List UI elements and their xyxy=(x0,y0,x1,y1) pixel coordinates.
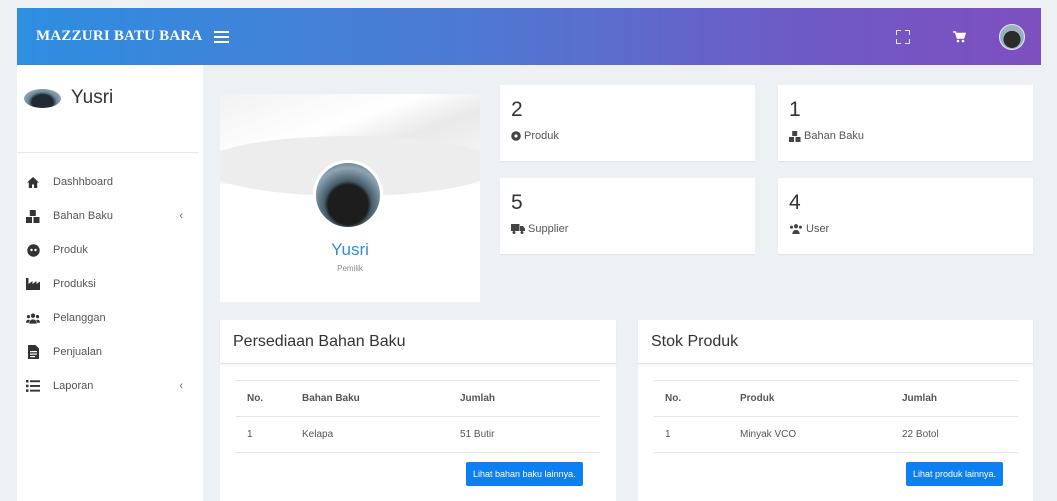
sidebar: Yusri Dashhboard Bahan Baku ‹ Produk Pro… xyxy=(17,65,203,501)
view-more-bahan-baku-button[interactable]: Lihat bahan baku lainnya. xyxy=(466,462,583,486)
stat-label-text: Produk xyxy=(524,130,559,142)
stat-label-text: Bahan Baku xyxy=(804,130,864,142)
list-icon xyxy=(26,379,40,393)
sidebar-item-label: Pelanggan xyxy=(53,312,106,324)
sidebar-menu: Dashhboard Bahan Baku ‹ Produk Produksi xyxy=(17,153,203,403)
stat-card-bahan-baku: 1 Bahan Baku xyxy=(778,85,1033,161)
stat-card-user: 4 User xyxy=(778,178,1033,254)
stat-card-supplier: 5 Supplier xyxy=(500,178,755,254)
bahan-baku-panel: Persediaan Bahan Baku No. Bahan Baku Jum… xyxy=(220,320,616,501)
sidebar-item-produk[interactable]: Produk xyxy=(17,233,203,267)
stat-value: 4 xyxy=(789,191,801,214)
boxes-icon xyxy=(789,130,801,142)
sidebar-item-label: Produk xyxy=(53,244,88,256)
sidebar-user-name: Yusri xyxy=(71,87,114,108)
product-icon xyxy=(511,131,521,141)
table-row: 1 Minyak VCO 22 Botol xyxy=(654,416,1018,453)
sidebar-item-pelanggan[interactable]: Pelanggan xyxy=(17,301,203,335)
avatar xyxy=(24,89,61,108)
user-avatar[interactable] xyxy=(999,23,1025,50)
profile-card: Yusri Pemilik xyxy=(220,94,480,302)
chevron-left-icon[interactable]: ‹ xyxy=(179,380,183,392)
table-cell: 1 xyxy=(654,416,740,453)
stat-card-produk: 2 Produk xyxy=(500,85,755,161)
sidebar-item-label: Penjualan xyxy=(53,346,102,358)
stat-label-text: User xyxy=(806,223,830,235)
home-icon xyxy=(26,175,40,189)
sidebar-item-penjualan[interactable]: Penjualan xyxy=(17,335,203,369)
produk-table: No. Produk Jumlah 1 Minyak VCO 22 Botol xyxy=(654,380,1018,453)
table-cell: Kelapa xyxy=(302,416,460,453)
profile-picture xyxy=(313,160,383,230)
users-icon xyxy=(790,224,802,234)
menu-toggle-icon[interactable] xyxy=(214,30,230,43)
profile-name: Yusri xyxy=(331,240,369,259)
stat-value: 1 xyxy=(789,98,801,121)
stat-value: 2 xyxy=(511,98,523,121)
view-more-produk-button[interactable]: Lihat produk lainnya. xyxy=(906,462,1004,486)
stat-value: 5 xyxy=(511,191,523,214)
table-cell: 1 xyxy=(236,416,302,453)
stat-label: Supplier xyxy=(511,223,568,235)
boxes-icon xyxy=(26,209,40,223)
stat-label: Bahan Baku xyxy=(789,130,864,142)
stok-produk-panel: Stok Produk No. Produk Jumlah 1 Minyak V… xyxy=(638,320,1033,501)
brand-logo[interactable]: MAZZURI BATU BARA xyxy=(36,28,202,45)
fullscreen-icon[interactable] xyxy=(895,29,911,45)
column-header: Produk xyxy=(740,380,902,417)
sidebar-item-label: Bahan Baku xyxy=(53,210,113,222)
bahan-baku-table: No. Bahan Baku Jumlah 1 Kelapa 51 Butir xyxy=(236,380,600,453)
factory-icon xyxy=(26,277,40,291)
sidebar-item-bahan-baku[interactable]: Bahan Baku ‹ xyxy=(17,199,203,233)
sidebar-item-label: Produksi xyxy=(53,278,96,290)
sidebar-item-laporan[interactable]: Laporan ‹ xyxy=(17,369,203,403)
stat-label-text: Supplier xyxy=(528,223,569,235)
sidebar-item-produksi[interactable]: Produksi xyxy=(17,267,203,301)
stat-label: Produk xyxy=(511,130,559,142)
table-cell: 51 Butir xyxy=(460,416,600,453)
table-cell: 22 Botol xyxy=(902,416,1018,453)
sidebar-user-panel: Yusri xyxy=(17,65,199,153)
stat-label: User xyxy=(789,223,829,235)
chevron-left-icon[interactable]: ‹ xyxy=(179,210,183,222)
sidebar-item-label: Dashhboard xyxy=(53,176,113,188)
table-row: 1 Kelapa 51 Butir xyxy=(236,416,600,453)
top-icons xyxy=(895,8,1041,65)
users-icon xyxy=(26,311,40,325)
receipt-icon xyxy=(26,345,40,359)
profile-role: Pemilik xyxy=(337,264,363,273)
column-header: Bahan Baku xyxy=(302,380,460,417)
column-header: No. xyxy=(236,380,302,417)
table-header-row: No. Produk Jumlah xyxy=(654,380,1018,417)
panel-title: Stok Produk xyxy=(638,320,1033,364)
column-header: Jumlah xyxy=(460,380,600,417)
panel-title: Persediaan Bahan Baku xyxy=(220,320,616,364)
column-header: No. xyxy=(654,380,740,417)
sidebar-item-dashboard[interactable]: Dashhboard xyxy=(17,165,203,199)
top-navbar: MAZZURI BATU BARA xyxy=(17,8,1041,65)
cube-icon xyxy=(26,243,40,257)
truck-icon xyxy=(511,224,525,234)
column-header: Jumlah xyxy=(902,380,1018,417)
cart-icon[interactable] xyxy=(951,29,967,45)
table-header-row: No. Bahan Baku Jumlah xyxy=(236,380,600,417)
table-cell: Minyak VCO xyxy=(740,416,902,453)
sidebar-item-label: Laporan xyxy=(53,380,94,392)
